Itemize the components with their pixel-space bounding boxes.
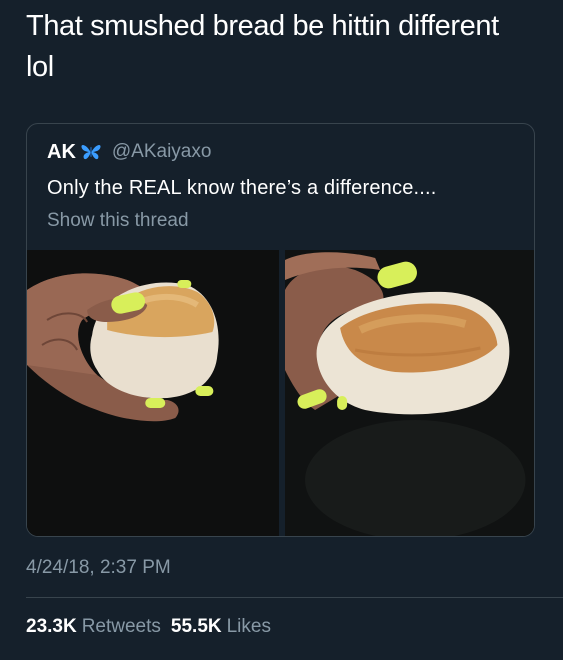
- tweet-timestamp[interactable]: 4/24/18, 2:37 PM: [26, 555, 171, 581]
- quoted-author-handle[interactable]: @AKaiyaxo: [112, 141, 212, 163]
- likes-count: 55.5K: [170, 616, 222, 637]
- likes-stat[interactable]: 55.5K Likes: [171, 614, 271, 640]
- tweet-text: That smushed bread be hittin different l…: [26, 10, 499, 83]
- retweets-stat[interactable]: 23.3K Retweets: [26, 614, 161, 640]
- likes-label: Likes: [226, 616, 271, 637]
- photo-smushed-bread-roll[interactable]: [284, 250, 534, 536]
- photo-whole-bread-roll[interactable]: [27, 250, 279, 536]
- quoted-tweet-card[interactable]: AK @AKaiyaxo Only the REAL know there’s …: [26, 123, 535, 537]
- quoted-author-name[interactable]: AK: [47, 141, 76, 164]
- stats-divider: [26, 597, 563, 598]
- quoted-tweet-photos: [27, 250, 534, 536]
- show-thread-link[interactable]: Show this thread: [47, 208, 189, 234]
- retweets-count: 23.3K: [26, 616, 77, 637]
- quoted-tweet-header: AK @AKaiyaxo: [47, 138, 211, 166]
- butterfly-emoji-icon: [80, 143, 102, 161]
- quoted-tweet-text: Only the REAL know there’s a difference.…: [47, 177, 437, 199]
- engagement-stats: 23.3K Retweets 55.5K Likes: [26, 614, 271, 640]
- retweets-label: Retweets: [81, 616, 161, 637]
